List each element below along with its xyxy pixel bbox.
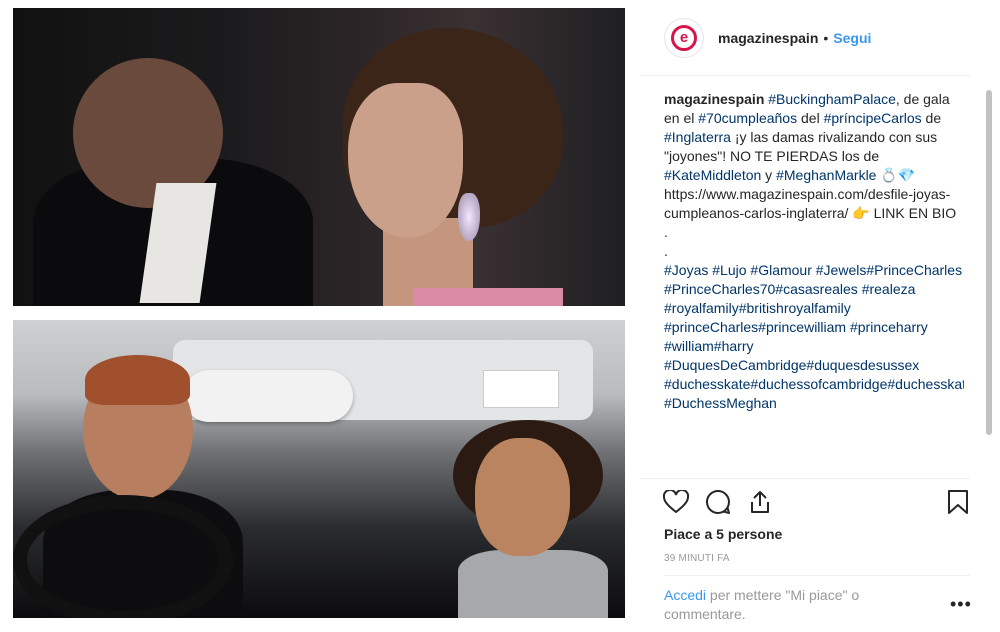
follow-button[interactable]: Segui [833,30,871,46]
hashtag-link[interactable]: #Glamour [750,262,811,278]
comment-icon[interactable] [704,488,732,516]
photo-top [13,8,625,306]
hashtag-link[interactable]: #BuckinghamPalace [768,91,896,107]
hashtag-link[interactable]: #Inglaterra [664,129,731,145]
post-sidebar: e magazinespain • Segui magazinespain #B… [640,0,1000,632]
hashtag-link[interactable]: #PrinceCharles70 [664,281,775,297]
hashtag-link[interactable]: #princewilliam [758,319,846,335]
hashtag-link[interactable]: #casasreales [775,281,858,297]
post-timestamp[interactable]: 39 MINUTI FA [664,553,730,564]
more-options-button[interactable]: ••• [950,594,972,615]
man-hair [85,355,190,405]
action-bar [662,488,972,518]
hashtag-link[interactable]: #príncipeCarlos [824,110,922,126]
hashtag-link[interactable]: #duchessofcambridge [750,376,887,392]
post-header: e magazinespain • Segui [640,0,970,76]
hashtag-link[interactable]: #britishroyalfamily [739,300,851,316]
hashtag-link[interactable]: #MeghanMarkle [776,167,876,183]
hashtag-link[interactable]: #DuchessMeghan [664,395,777,411]
divider [664,575,970,576]
earring [458,193,480,241]
woman-body [458,550,608,618]
rearview-mirror [183,370,353,422]
hashtag-link[interactable]: #duchesskate [664,376,750,392]
caption-text: y [761,167,777,183]
caption-body: #BuckinghamPalace, de gala en el #70cump… [664,91,964,411]
hashtag-link[interactable]: #PrinceCharles [866,262,962,278]
windshield-sticker [483,370,559,408]
avatar-letter: e [679,29,689,46]
username-link[interactable]: magazinespain [718,30,818,46]
caption-text: del [797,110,824,126]
post-caption: magazinespain #BuckinghamPalace, de gala… [664,90,964,475]
hashtag-link[interactable]: #duchesskatemiddleton [887,376,964,392]
hashtag-link[interactable]: #KateMiddleton [664,167,761,183]
hashtag-link[interactable]: #realeza [862,281,916,297]
hashtag-link[interactable]: #harry [714,338,754,354]
caption-text: . [664,243,668,259]
hashtag-link[interactable]: #princeharry [850,319,928,335]
woman-face [348,83,463,238]
steering-wheel [13,495,233,618]
heart-icon[interactable] [662,488,690,516]
hashtag-link[interactable]: #princeCharles [664,319,758,335]
hashtag-link[interactable]: #royalfamily [664,300,739,316]
hashtag-link[interactable]: #Jewels [816,262,867,278]
caption-text: de [921,110,942,126]
hashtag-link[interactable]: #duquesdesussex [806,357,919,373]
brand-logo-icon: e [671,24,697,51]
caption-text: . [664,224,668,240]
hashtag-link[interactable]: #70cumpleaños [698,110,797,126]
woman-face [475,438,570,556]
photo-bottom [13,320,625,618]
likes-count[interactable]: Piace a 5 persone [664,526,782,542]
hashtag-link[interactable]: #Joyas [664,262,708,278]
avatar[interactable]: e [664,17,704,58]
post-media[interactable] [0,0,640,632]
divider [640,478,970,479]
login-link[interactable]: Accedi [664,587,706,603]
hashtag-link[interactable]: #DuquesDeCambridge [664,357,806,373]
woman-dress [413,288,563,306]
hashtag-link[interactable]: #william [664,338,714,354]
comment-prompt: Accedi per mettere "Mi piace" o commenta… [664,586,904,624]
share-icon[interactable] [746,488,774,516]
bookmark-icon[interactable] [944,488,972,516]
caption-username[interactable]: magazinespain [664,91,764,107]
caption-scrollbar[interactable] [986,90,992,435]
hashtag-link[interactable]: #Lujo [712,262,746,278]
separator-dot: • [823,29,829,46]
